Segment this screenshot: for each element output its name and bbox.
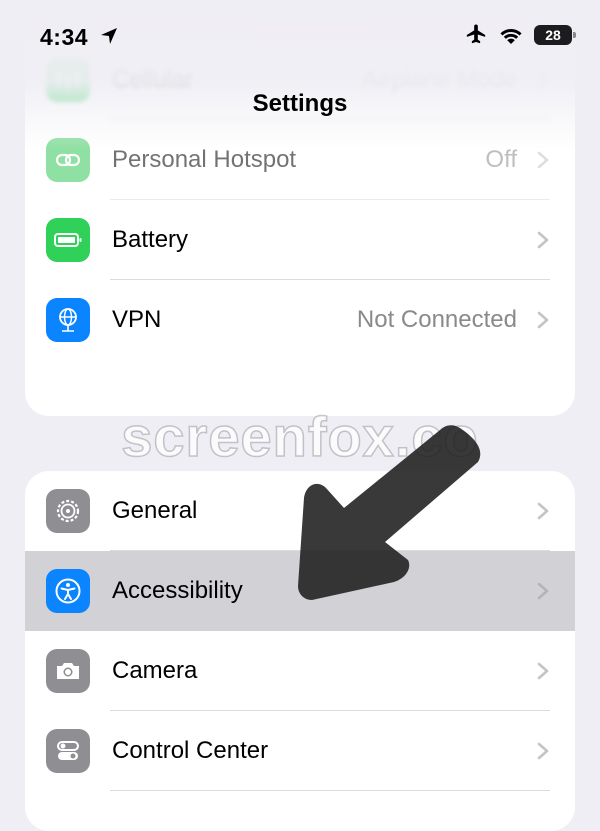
- row-label: VPN: [112, 306, 162, 333]
- settings-row-camera[interactable]: Camera: [25, 631, 575, 711]
- settings-row-control-center[interactable]: Control Center: [25, 711, 575, 791]
- page-title: Settings: [252, 90, 348, 117]
- chevron-right-icon: [537, 311, 549, 329]
- row-label: General: [112, 497, 198, 524]
- toggles-icon: [46, 729, 90, 773]
- row-label: Camera: [112, 657, 198, 684]
- camera-icon: [46, 649, 90, 693]
- battery-icon: [46, 218, 90, 262]
- pointer-arrow-icon: [298, 425, 481, 600]
- status-time: 4:34: [40, 24, 89, 50]
- row-label: Accessibility: [112, 577, 243, 604]
- status-bar: 4:34 28: [0, 0, 600, 80]
- settings-row-personal-hotspot[interactable]: Personal Hotspot Off: [25, 120, 575, 200]
- globe-icon: [46, 298, 90, 342]
- chevron-right-icon: [537, 582, 549, 600]
- settings-row-vpn[interactable]: VPN Not Connected: [25, 280, 575, 360]
- row-separator: [110, 790, 550, 791]
- gear-icon: [46, 489, 90, 533]
- location-arrow-icon: [101, 28, 117, 44]
- chevron-right-icon: [537, 151, 549, 169]
- chevron-right-icon: [537, 231, 549, 249]
- wifi-icon: [500, 29, 522, 44]
- row-value: Off: [485, 146, 517, 173]
- battery-indicator: 28: [534, 25, 576, 45]
- airplane-icon: [466, 24, 486, 44]
- accessibility-icon: [46, 569, 90, 613]
- row-label: Battery: [112, 226, 189, 253]
- chevron-right-icon: [537, 502, 549, 520]
- row-label: Personal Hotspot: [112, 146, 297, 173]
- battery-level: 28: [545, 27, 561, 43]
- chevron-right-icon: [537, 662, 549, 680]
- row-label: Control Center: [112, 737, 269, 764]
- hotspot-icon: [46, 138, 90, 182]
- row-value: Not Connected: [356, 306, 517, 333]
- chevron-right-icon: [537, 742, 549, 760]
- settings-row-battery[interactable]: Battery: [25, 200, 575, 280]
